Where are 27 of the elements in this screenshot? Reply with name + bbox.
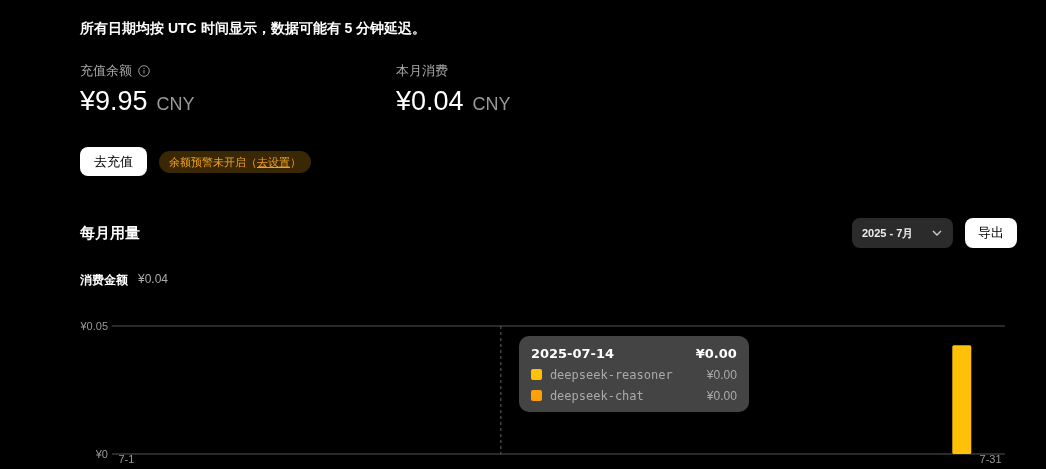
series-name: deepseek-reasoner (549, 367, 673, 382)
tooltip-date: 2025-07-14 (530, 346, 615, 361)
tooltip-total: ¥0.00 (695, 346, 737, 361)
currency-label: CNY (156, 94, 195, 115)
topup-button[interactable]: 去充值 (80, 147, 147, 176)
total-label: 消费金额 (80, 272, 128, 289)
currency-label: CNY (472, 94, 511, 115)
series-value: ¥0.00 (706, 388, 737, 403)
amount-value: ¥9.95 (80, 86, 148, 117)
y-tick-label: ¥0.05 (80, 320, 108, 332)
export-button[interactable]: 导出 (965, 218, 1017, 248)
x-tick-label: 7-31 (979, 453, 1002, 464)
info-icon[interactable] (138, 65, 150, 77)
section-title: 每月用量 (80, 223, 140, 243)
series-value: ¥0.00 (706, 367, 737, 382)
notice-text: 所有日期均按 UTC 时间显示，数据可能有 5 分钟延迟。 (80, 20, 428, 38)
stat-label-text: 本月消费 (396, 62, 448, 80)
x-tick-label: 7-1 (118, 453, 135, 464)
y-tick-label: ¥0 (95, 448, 108, 460)
alert-text: 余额预警未开启（ (169, 155, 257, 168)
total-value: ¥0.04 (138, 272, 169, 288)
alert-text-end: ） (290, 155, 301, 168)
series-name: deepseek-chat (549, 388, 644, 403)
stat-label-text: 充值余额 (80, 62, 132, 80)
amount-value: ¥0.04 (396, 86, 464, 117)
month-select[interactable]: 2025 - 7月 (852, 218, 953, 248)
settings-link[interactable]: 去设置 (257, 155, 290, 168)
